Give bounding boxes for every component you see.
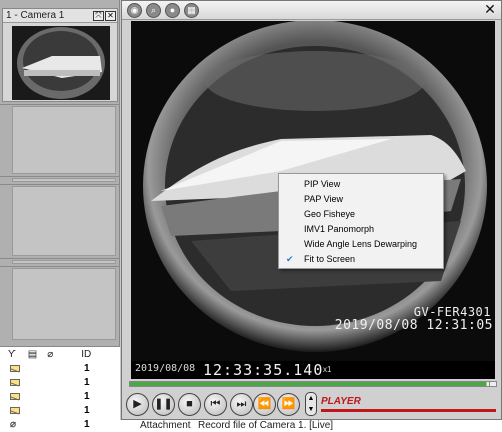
envelope-icon <box>10 406 20 414</box>
progress-handle[interactable] <box>489 381 497 387</box>
camera-grid-cell[interactable] <box>12 106 116 174</box>
checkmark-icon: ✔ <box>286 254 294 264</box>
playback-date: 2019/08/08 <box>135 363 196 374</box>
close-button[interactable]: ✕ <box>483 2 497 17</box>
playback-info-bar: 2019/08/08 12:33:35.140 x1 <box>131 361 495 379</box>
envelope-icon <box>10 378 20 386</box>
envelope-icon <box>10 392 20 400</box>
menu-item-imv1-panomorph[interactable]: IMV1 Panomorph <box>279 222 443 237</box>
camera-grid-cell[interactable] <box>12 260 116 264</box>
osd-timestamp: 2019/08/08 12:31:05 <box>334 318 493 333</box>
play-button[interactable]: ▶ <box>126 393 149 416</box>
grid-divider <box>0 184 120 185</box>
camera-grid-cell[interactable] <box>12 178 116 182</box>
camera-grid-cell[interactable] <box>12 186 116 256</box>
grid-divider <box>0 104 120 105</box>
id-column-header[interactable]: ID <box>81 349 91 360</box>
paperclip-icon: ⌀ <box>10 418 17 430</box>
player-brand-logo: PLAYER <box>321 396 361 407</box>
grid-divider <box>0 258 120 259</box>
settings-icon[interactable]: ● <box>165 3 180 18</box>
speed-stepper[interactable]: ▲ ▼ <box>305 392 317 416</box>
camera-tile-header: 1 - Camera 1 ⤧ ✕ <box>3 9 117 23</box>
arrows-icon[interactable]: ⤧ <box>93 10 104 21</box>
camera-tile[interactable]: 1 - Camera 1 ⤧ ✕ <box>2 8 118 102</box>
next-frame-button[interactable]: ⏭ <box>230 393 253 416</box>
status-line: Attachment Record file of Camera 1. [Liv… <box>120 420 502 432</box>
envelope-icon <box>10 364 20 372</box>
clipboard-icon[interactable]: ▤ <box>28 349 37 360</box>
grid-divider <box>0 266 120 267</box>
attachment-label: Attachment <box>140 420 191 431</box>
grid-divider <box>0 176 120 177</box>
playback-speed: x1 <box>323 365 332 374</box>
playback-controls: ▶ ❚❚ ■ ⏮ ⏭ ⏪ ⏩ ▲ ▼ PLAYER <box>122 389 501 420</box>
menu-item-pap-view[interactable]: PAP View <box>279 192 443 207</box>
osd-camera-model: GV-FER4301 <box>413 305 491 319</box>
rewind-button[interactable]: ⏪ <box>253 393 276 416</box>
record-description: Record file of Camera 1. [Live] <box>198 420 334 431</box>
search-icon[interactable]: ⌕ <box>146 3 161 18</box>
paperclip-icon[interactable]: ⌀ <box>47 349 53 360</box>
progress-bar[interactable] <box>129 381 491 387</box>
list-item[interactable]: 1 <box>0 375 120 389</box>
previous-frame-button[interactable]: ⏮ <box>204 393 227 416</box>
brand-underline <box>321 409 496 412</box>
close-icon[interactable]: ✕ <box>105 10 116 21</box>
snapshot-icon[interactable]: ◉ <box>127 3 142 18</box>
camera-grid-panel: 1 - Camera 1 ⤧ ✕ <box>0 0 120 346</box>
fast-forward-button[interactable]: ⏩ <box>277 393 300 416</box>
camera-grid-cell[interactable] <box>12 268 116 340</box>
list-header: ϒ ▤ ⌀ ID <box>0 347 120 361</box>
event-list: ϒ ▤ ⌀ ID 1 1 1 1 ⌀ 1 <box>0 346 120 432</box>
camera-tile-title: 1 - Camera 1 <box>6 10 65 21</box>
list-item[interactable]: 1 <box>0 361 120 375</box>
context-menu: PIP View PAP View Geo Fisheye IMV1 Panom… <box>278 173 444 269</box>
playback-time: 12:33:35.140 <box>203 361 324 379</box>
list-item[interactable]: 1 <box>0 403 120 417</box>
antenna-icon[interactable]: ϒ <box>8 349 16 360</box>
menu-item-pip-view[interactable]: PIP View <box>279 177 443 192</box>
menu-item-fit-to-screen[interactable]: ✔ Fit to Screen <box>279 252 443 267</box>
menu-item-wide-angle-dewarping[interactable]: Wide Angle Lens Dewarping <box>279 237 443 252</box>
camera-thumbnail[interactable] <box>12 26 110 100</box>
list-item[interactable]: ⌀ 1 <box>0 417 120 431</box>
list-item[interactable]: 1 <box>0 389 120 403</box>
grid-icon[interactable]: ▦ <box>184 3 199 18</box>
menu-item-geo-fisheye[interactable]: Geo Fisheye <box>279 207 443 222</box>
pause-button[interactable]: ❚❚ <box>152 393 175 416</box>
player-title-bar[interactable]: ◉ ⌕ ● ▦ ✕ <box>122 1 501 20</box>
stop-button[interactable]: ■ <box>178 393 201 416</box>
